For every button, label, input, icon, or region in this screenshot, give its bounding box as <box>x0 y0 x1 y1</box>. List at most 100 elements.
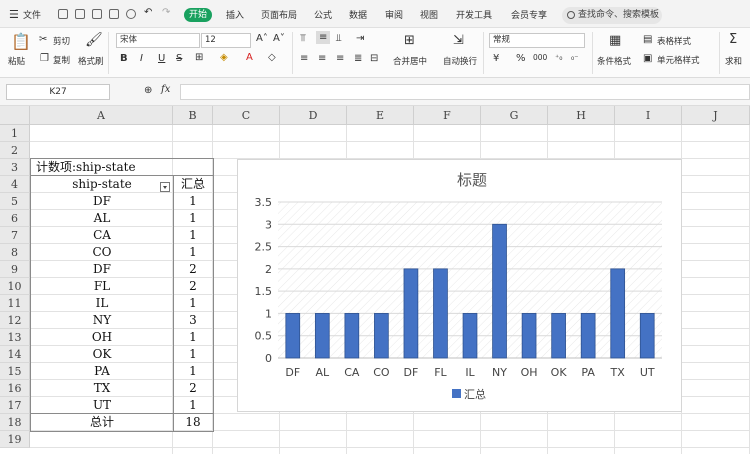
column-header-b[interactable]: B <box>173 106 213 125</box>
cell-style-button[interactable]: 单元格样式 <box>657 54 700 66</box>
conditional-format-icon[interactable]: ▦ <box>609 33 621 48</box>
table-style-button[interactable]: 表格样式 <box>657 35 691 47</box>
row-header-13[interactable]: 13 <box>0 329 30 346</box>
justify-icon[interactable]: ≣ <box>354 53 362 64</box>
row-header-16[interactable]: 16 <box>0 380 30 397</box>
format-painter-button[interactable]: 格式刷 <box>78 55 104 67</box>
row-header-9[interactable]: 9 <box>0 261 30 278</box>
underline-button[interactable]: U <box>158 53 165 64</box>
bar-chart[interactable]: 标题 0 0.5 1 1.5 2 2.5 3 3.5 DF AL CA CO DF FL IL NY OH OK PA… <box>237 159 682 412</box>
command-search[interactable]: 查找命令、搜索模板 <box>562 7 662 24</box>
indent-icon[interactable]: ⇥ <box>356 33 364 44</box>
strikethrough-button[interactable]: S <box>176 53 182 64</box>
row-header-14[interactable]: 14 <box>0 346 30 363</box>
row-header-4[interactable]: 4 <box>0 176 30 193</box>
row-header-17[interactable]: 17 <box>0 397 30 414</box>
menu-file[interactable]: 文件 <box>23 8 41 21</box>
fx-button[interactable]: fx <box>161 84 170 95</box>
cut-button[interactable]: 剪切 <box>53 35 70 47</box>
column-header-d[interactable]: D <box>280 106 347 125</box>
align-bottom-icon[interactable]: ⫫ <box>336 33 342 44</box>
tab-insert[interactable]: 插入 <box>226 8 244 21</box>
hamburger-icon[interactable]: ☰ <box>9 8 19 21</box>
font-size-select[interactable]: 12 <box>201 33 251 48</box>
font-color-icon[interactable]: A <box>246 52 253 63</box>
currency-button[interactable]: ¥ <box>493 53 499 64</box>
wrap-text-button[interactable]: 自动换行 <box>443 55 477 67</box>
clear-format-icon[interactable]: ◇ <box>268 52 276 63</box>
decrease-decimal-icon[interactable]: ₀⁻ <box>571 53 578 62</box>
print-preview-icon[interactable] <box>109 9 119 19</box>
italic-button[interactable]: I <box>140 53 143 64</box>
font-grow-icon[interactable]: A˄ <box>256 33 268 44</box>
wrap-text-icon[interactable]: ⇲ <box>453 33 464 48</box>
merge-center-button[interactable]: 合并居中 <box>393 55 427 67</box>
name-box[interactable]: K27 <box>6 84 110 100</box>
formula-input[interactable] <box>180 84 750 100</box>
merge-center-icon[interactable]: ⊞ <box>404 33 415 48</box>
tab-start[interactable]: 开始 <box>184 8 212 22</box>
thousands-button[interactable]: 000 <box>533 53 547 62</box>
row-header-3[interactable]: 3 <box>0 159 30 176</box>
tab-page-layout[interactable]: 页面布局 <box>261 8 297 21</box>
paste-icon[interactable]: 📋 <box>11 32 31 51</box>
row-header-10[interactable]: 10 <box>0 278 30 295</box>
row-header-6[interactable]: 6 <box>0 210 30 227</box>
scissors-icon[interactable]: ✂ <box>39 34 47 45</box>
row-header-2[interactable]: 2 <box>0 142 30 159</box>
column-header-g[interactable]: G <box>481 106 548 125</box>
tab-view[interactable]: 视图 <box>420 8 438 21</box>
column-header-c[interactable]: C <box>213 106 280 125</box>
select-all-corner[interactable] <box>0 106 30 125</box>
fill-color-icon[interactable]: ◈ <box>220 52 228 63</box>
column-header-e[interactable]: E <box>347 106 414 125</box>
row-header-11[interactable]: 11 <box>0 295 30 312</box>
row-header-5[interactable]: 5 <box>0 193 30 210</box>
column-header-h[interactable]: H <box>548 106 615 125</box>
zoom-icon[interactable]: ⊕ <box>144 85 152 96</box>
tab-member[interactable]: 会员专享 <box>511 8 547 21</box>
copy-button[interactable]: 复制 <box>53 54 70 66</box>
align-left-icon[interactable]: ≡ <box>300 53 308 64</box>
tab-data[interactable]: 数据 <box>349 8 367 21</box>
increase-decimal-icon[interactable]: ⁺₀ <box>555 53 562 62</box>
column-header-j[interactable]: J <box>682 106 750 125</box>
row-header-15[interactable]: 15 <box>0 363 30 380</box>
align-center-icon[interactable]: ≡ <box>318 53 326 64</box>
copy-icon[interactable]: ❐ <box>40 53 49 64</box>
percent-button[interactable]: % <box>516 53 526 64</box>
row-header-8[interactable]: 8 <box>0 244 30 261</box>
print-icon[interactable] <box>92 9 102 19</box>
table-style-icon[interactable]: ▤ <box>643 34 652 45</box>
number-format-select[interactable]: 常规 <box>489 33 585 48</box>
row-header-7[interactable]: 7 <box>0 227 30 244</box>
row-header-19[interactable]: 19 <box>0 431 30 448</box>
column-header-i[interactable]: I <box>615 106 682 125</box>
cell-style-icon[interactable]: ▣ <box>643 53 652 64</box>
distributed-icon[interactable]: ⊟ <box>370 53 378 64</box>
export-pdf-icon[interactable] <box>75 9 85 19</box>
tab-review[interactable]: 审阅 <box>385 8 403 21</box>
row-header-18[interactable]: 18 <box>0 414 30 431</box>
font-shrink-icon[interactable]: A˅ <box>273 33 285 44</box>
tab-formulas[interactable]: 公式 <box>314 8 332 21</box>
row-header-12[interactable]: 12 <box>0 312 30 329</box>
save-icon[interactable] <box>58 9 68 19</box>
paste-button[interactable]: 粘贴 <box>8 55 25 67</box>
column-header-a[interactable]: A <box>30 106 173 125</box>
border-icon[interactable]: ⊞ <box>195 52 203 63</box>
undo-icon[interactable]: ↶ <box>144 7 152 18</box>
redo-icon[interactable]: ↷ <box>162 7 170 18</box>
align-top-icon[interactable]: ⫪ <box>300 33 306 44</box>
bold-button[interactable]: B <box>120 53 128 64</box>
tab-developer[interactable]: 开发工具 <box>456 8 492 21</box>
sum-button[interactable]: 求和 <box>725 55 742 67</box>
align-middle-icon[interactable]: ≡ <box>316 31 331 44</box>
sum-icon[interactable]: Σ <box>729 32 737 47</box>
column-header-f[interactable]: F <box>414 106 481 125</box>
format-icon[interactable] <box>126 9 136 19</box>
format-painter-icon[interactable]: 🖌 <box>85 32 103 48</box>
align-right-icon[interactable]: ≡ <box>336 53 344 64</box>
row-header-1[interactable]: 1 <box>0 125 30 142</box>
font-name-select[interactable]: 宋体 <box>116 33 200 48</box>
